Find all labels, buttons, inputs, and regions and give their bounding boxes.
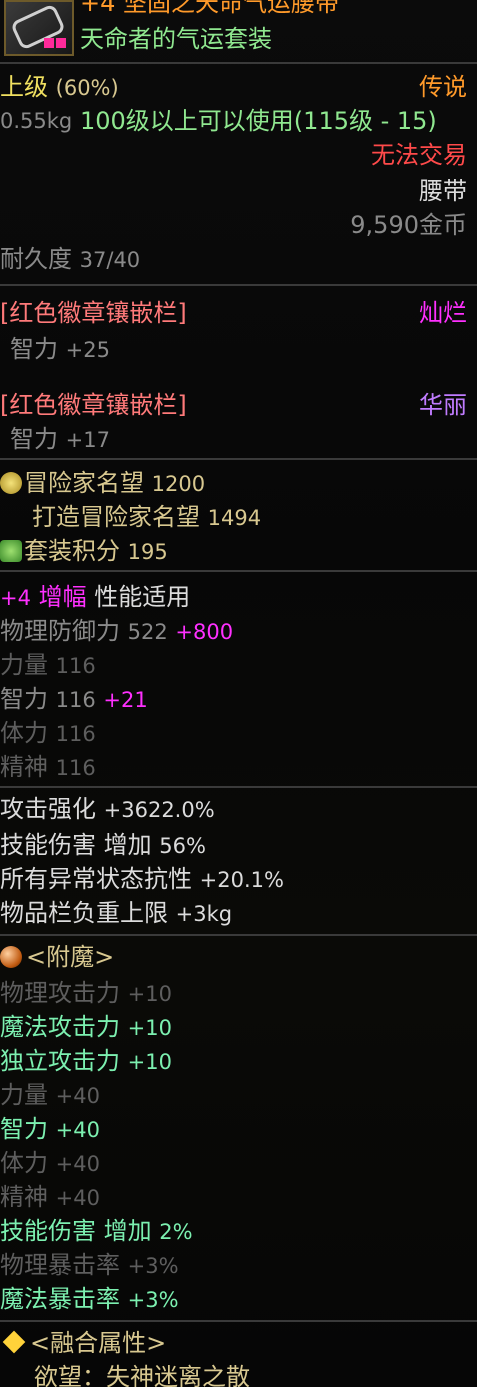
set-points-leaf-icon <box>0 540 22 562</box>
enchant-stat: 魔法暴击率 +3% <box>0 1285 179 1313</box>
enchant-header: <附魔> <box>0 942 114 972</box>
socket-1-stat: 智力 +25 <box>10 335 110 363</box>
amplify-stat-str: 力量 116 <box>0 651 96 679</box>
enchant-stat: 体力 +40 <box>0 1149 100 1177</box>
fusion-diamond-icon <box>2 1330 26 1354</box>
divider <box>0 786 477 788</box>
trade-status: 无法交易 <box>371 141 467 169</box>
effect-skill-damage: 技能伤害 增加 56% <box>0 831 206 859</box>
enchant-stat: 独立攻击力 +10 <box>0 1047 172 1075</box>
enchant-stat: 智力 +40 <box>0 1115 100 1143</box>
effect-weight-limit: 物品栏负重上限 +3kg <box>0 899 233 927</box>
socket-2-stat: 智力 +17 <box>10 425 110 453</box>
socket-1-name: [红色徽章镶嵌栏] <box>0 299 187 327</box>
enchant-stat: 技能伤害 增加 2% <box>0 1217 193 1245</box>
enchant-stat: 力量 +40 <box>0 1081 100 1109</box>
reputation-crest-icon <box>0 472 22 494</box>
amplify-stat-pdef: 物理防御力 522 +800 <box>0 617 234 645</box>
belt-item-icon <box>4 0 74 56</box>
price: 9,590金币 <box>350 211 467 239</box>
fusion-desire: 欲望：失神迷离之散 <box>34 1363 250 1387</box>
socket-2-name: [红色徽章镶嵌栏] <box>0 391 187 419</box>
grade-label: 上级 (60%) <box>0 73 119 101</box>
enchant-orb-icon <box>0 946 22 968</box>
enchant-stat: 物理暴击率 +3% <box>0 1251 179 1279</box>
divider <box>0 458 477 460</box>
enchant-stat: 物理攻击力 +10 <box>0 979 172 1007</box>
enchant-stat: 魔法攻击力 +10 <box>0 1013 172 1041</box>
rarity-label: 传说 <box>419 73 467 101</box>
weight: 0.55kg <box>0 109 73 133</box>
item-title: +4 坚固之天命气运腰带 <box>80 0 340 17</box>
divider <box>0 934 477 936</box>
divider <box>0 570 477 572</box>
amplify-header: +4 增幅 性能适用 <box>0 583 191 611</box>
durability: 耐久度 37/40 <box>0 245 141 273</box>
divider <box>0 62 477 64</box>
amplify-stat-vit: 体力 116 <box>0 719 96 747</box>
effect-status-resist: 所有异常状态抗性 +20.1% <box>0 865 284 893</box>
divider <box>0 284 477 286</box>
amplify-stat-int: 智力 116 +21 <box>0 685 148 713</box>
enchant-stat: 精神 +40 <box>0 1183 100 1211</box>
divider <box>0 1320 477 1322</box>
adventurer-reputation: 冒险家名望 1200 <box>0 468 205 498</box>
socket-2-quality: 华丽 <box>419 391 467 419</box>
forge-reputation: 打造冒险家名望 1494 <box>32 503 262 531</box>
set-name: 天命者的气运套装 <box>80 25 272 53</box>
slot-type: 腰带 <box>419 177 467 205</box>
level-requirement: 100级以上可以使用(115级 - 15) <box>80 107 437 135</box>
amplify-stat-spr: 精神 116 <box>0 753 96 781</box>
set-points: 套装积分 195 <box>0 536 168 566</box>
socket-1-quality: 灿烂 <box>419 299 467 327</box>
fusion-header: <融合属性> <box>0 1328 166 1358</box>
item-tooltip: +4 坚固之天命气运腰带 天命者的气运套装 上级 (60%) 传说 0.55kg… <box>0 0 477 1387</box>
effect-attack-boost: 攻击强化 +3622.0% <box>0 795 215 823</box>
